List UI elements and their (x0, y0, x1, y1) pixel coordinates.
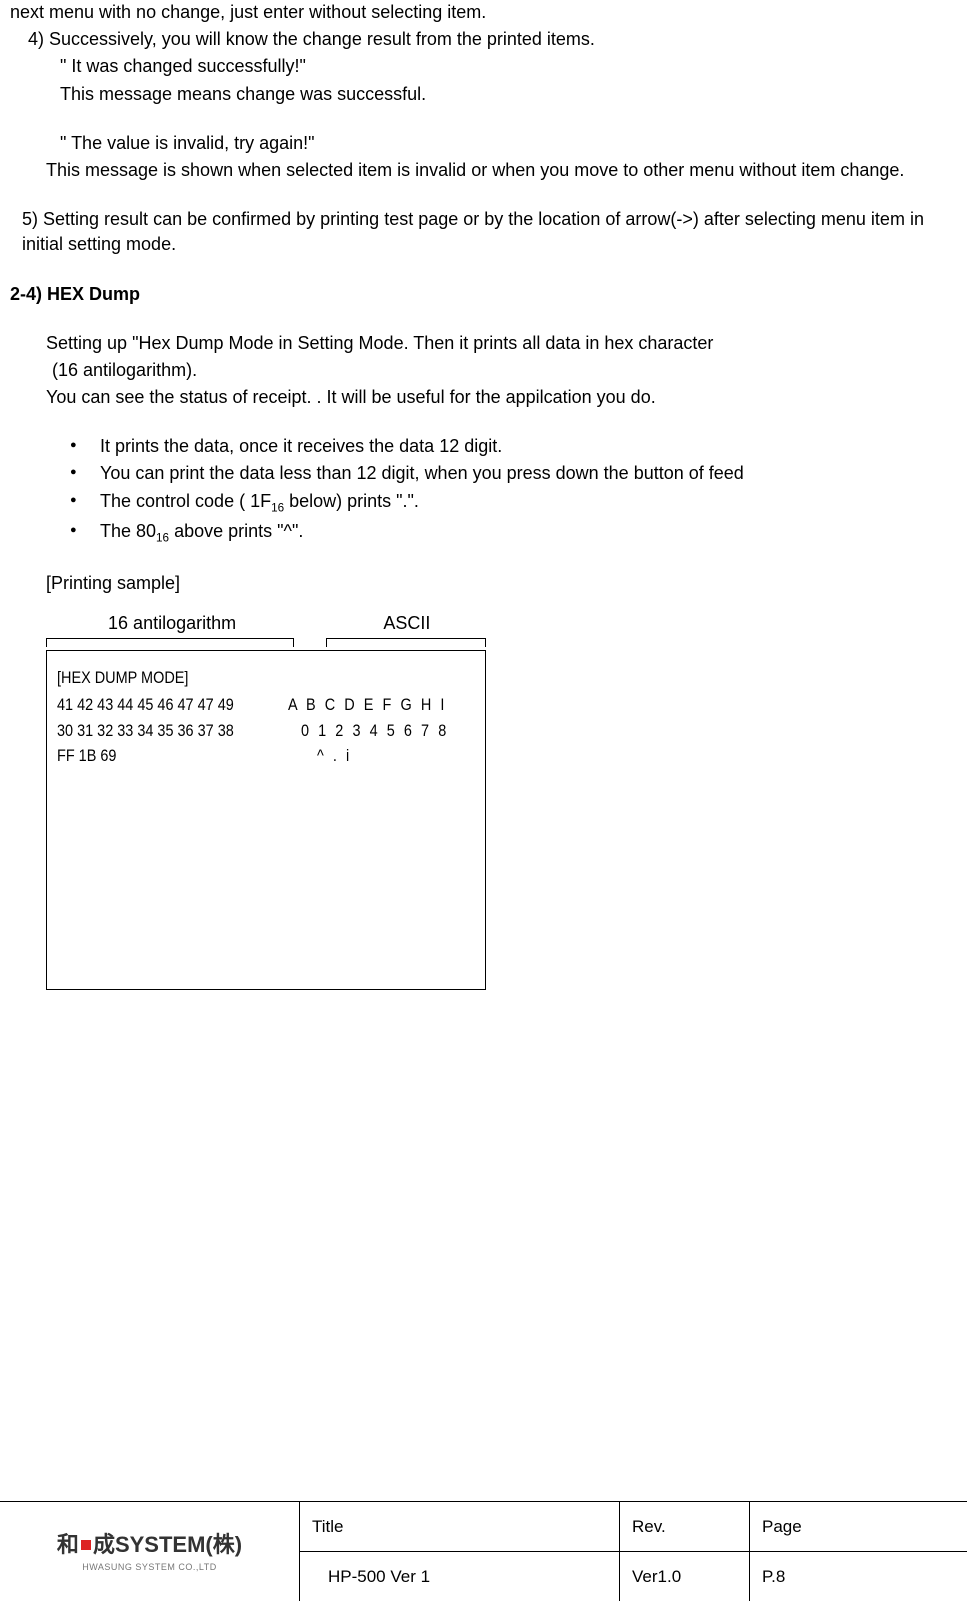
hex-dump-title: [HEX DUMP MODE] (57, 665, 188, 691)
step5: 5) Setting result can be confirmed by pr… (10, 207, 957, 257)
list-text: above prints "^". (169, 521, 303, 541)
footer-value-title: HP-500 Ver 1 (300, 1552, 620, 1601)
step4-msg2: " The value is invalid, try again!" (10, 131, 957, 156)
hex-cell: 30 31 32 33 34 35 36 37 38 (57, 718, 264, 744)
hex-row: 30 31 32 33 34 35 36 37 38 0 1 2 3 4 5 6… (57, 718, 475, 744)
ascii-cell: A B C D E F G H I (288, 692, 447, 718)
logo-text: 成SYSTEM(株) (93, 1530, 242, 1561)
footer-header-title: Title (300, 1502, 620, 1551)
logo: 和成SYSTEM(株) HWASUNG SYSTEM CO.,LTD (0, 1502, 300, 1601)
hex-row: FF 1B 69 ^ . i (57, 743, 475, 769)
footer-header-page: Page (750, 1502, 967, 1551)
hex-intro-1b: (16 antilogarithm). (10, 358, 957, 383)
logo-prefix: 和 (57, 1530, 93, 1561)
list-text: The control code ( 1F (100, 491, 271, 511)
step4: 4) Successively, you will know the chang… (10, 27, 957, 52)
step4-msg1: " It was changed successfully!" (10, 54, 957, 79)
subscript: 16 (271, 501, 284, 514)
logo-red-square-icon (81, 1540, 91, 1550)
footer: 和成SYSTEM(株) HWASUNG SYSTEM CO.,LTD Title… (0, 1501, 967, 1601)
bracket-icon (46, 638, 294, 639)
list-item: You can print the data less than 12 digi… (100, 461, 957, 486)
footer-value-rev: Ver1.0 (620, 1552, 750, 1601)
section-heading: 2-4) HEX Dump (10, 282, 957, 307)
list-item: It prints the data, once it receives the… (100, 434, 957, 459)
list-text: below) prints ".". (284, 491, 419, 511)
bracket-icon (326, 638, 486, 639)
hex-cell: FF 1B 69 (57, 743, 278, 769)
ascii-cell: 0 1 2 3 4 5 6 7 8 (301, 718, 449, 744)
logo-subtitle: HWASUNG SYSTEM CO.,LTD (82, 1561, 217, 1574)
bullet-list: It prints the data, once it receives the… (10, 434, 957, 546)
col-header-ascii: ASCII (328, 611, 486, 638)
hex-intro-2: You can see the status of receipt. . It … (10, 385, 957, 410)
printing-sample-label: [Printing sample] (10, 571, 957, 596)
hex-dump-box: [HEX DUMP MODE] 41 42 43 44 45 46 47 47 … (46, 650, 486, 990)
subscript: 16 (156, 531, 169, 544)
list-text: The 80 (100, 521, 156, 541)
step4-desc1: This message means change was successful… (10, 82, 957, 107)
body-line: next menu with no change, just enter wit… (10, 0, 957, 25)
hex-intro-1: Setting up "Hex Dump Mode in Setting Mod… (10, 331, 957, 356)
footer-header-rev: Rev. (620, 1502, 750, 1551)
step4-desc2: This message is shown when selected item… (10, 158, 957, 183)
hex-cell: 41 42 43 44 45 46 47 47 49 (57, 692, 253, 718)
list-item: The control code ( 1F16 below) prints ".… (100, 489, 957, 517)
footer-value-page: P.8 (750, 1552, 967, 1601)
list-item: The 8016 above prints "^". (100, 519, 957, 547)
ascii-cell: ^ . i (317, 743, 352, 769)
hex-row: 41 42 43 44 45 46 47 47 49 A B C D E F G… (57, 692, 475, 718)
col-header-hex: 16 antilogarithm (46, 611, 298, 638)
